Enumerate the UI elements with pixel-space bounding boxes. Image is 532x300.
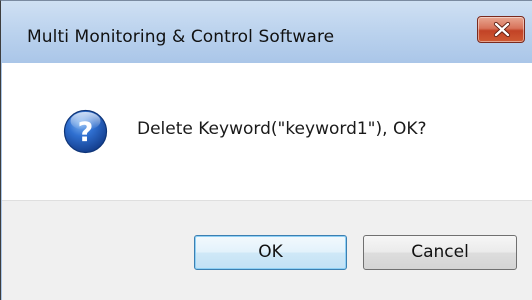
dialog-window: Multi Monitoring & Control Software ? De… (0, 0, 532, 300)
cancel-button[interactable]: Cancel (363, 235, 517, 270)
dialog-body: ? Delete Keyword("keyword1"), OK? OK Can… (2, 63, 532, 300)
svg-text:?: ? (78, 117, 94, 148)
close-button[interactable] (477, 16, 525, 43)
button-bar: OK Cancel (2, 200, 532, 300)
question-icon: ? (63, 109, 108, 154)
dialog-message: Delete Keyword("keyword1"), OK? (137, 119, 427, 139)
title-bar[interactable]: Multi Monitoring & Control Software (1, 1, 532, 63)
close-icon (493, 22, 511, 37)
window-title: Multi Monitoring & Control Software (27, 27, 335, 47)
ok-button[interactable]: OK (194, 235, 347, 270)
